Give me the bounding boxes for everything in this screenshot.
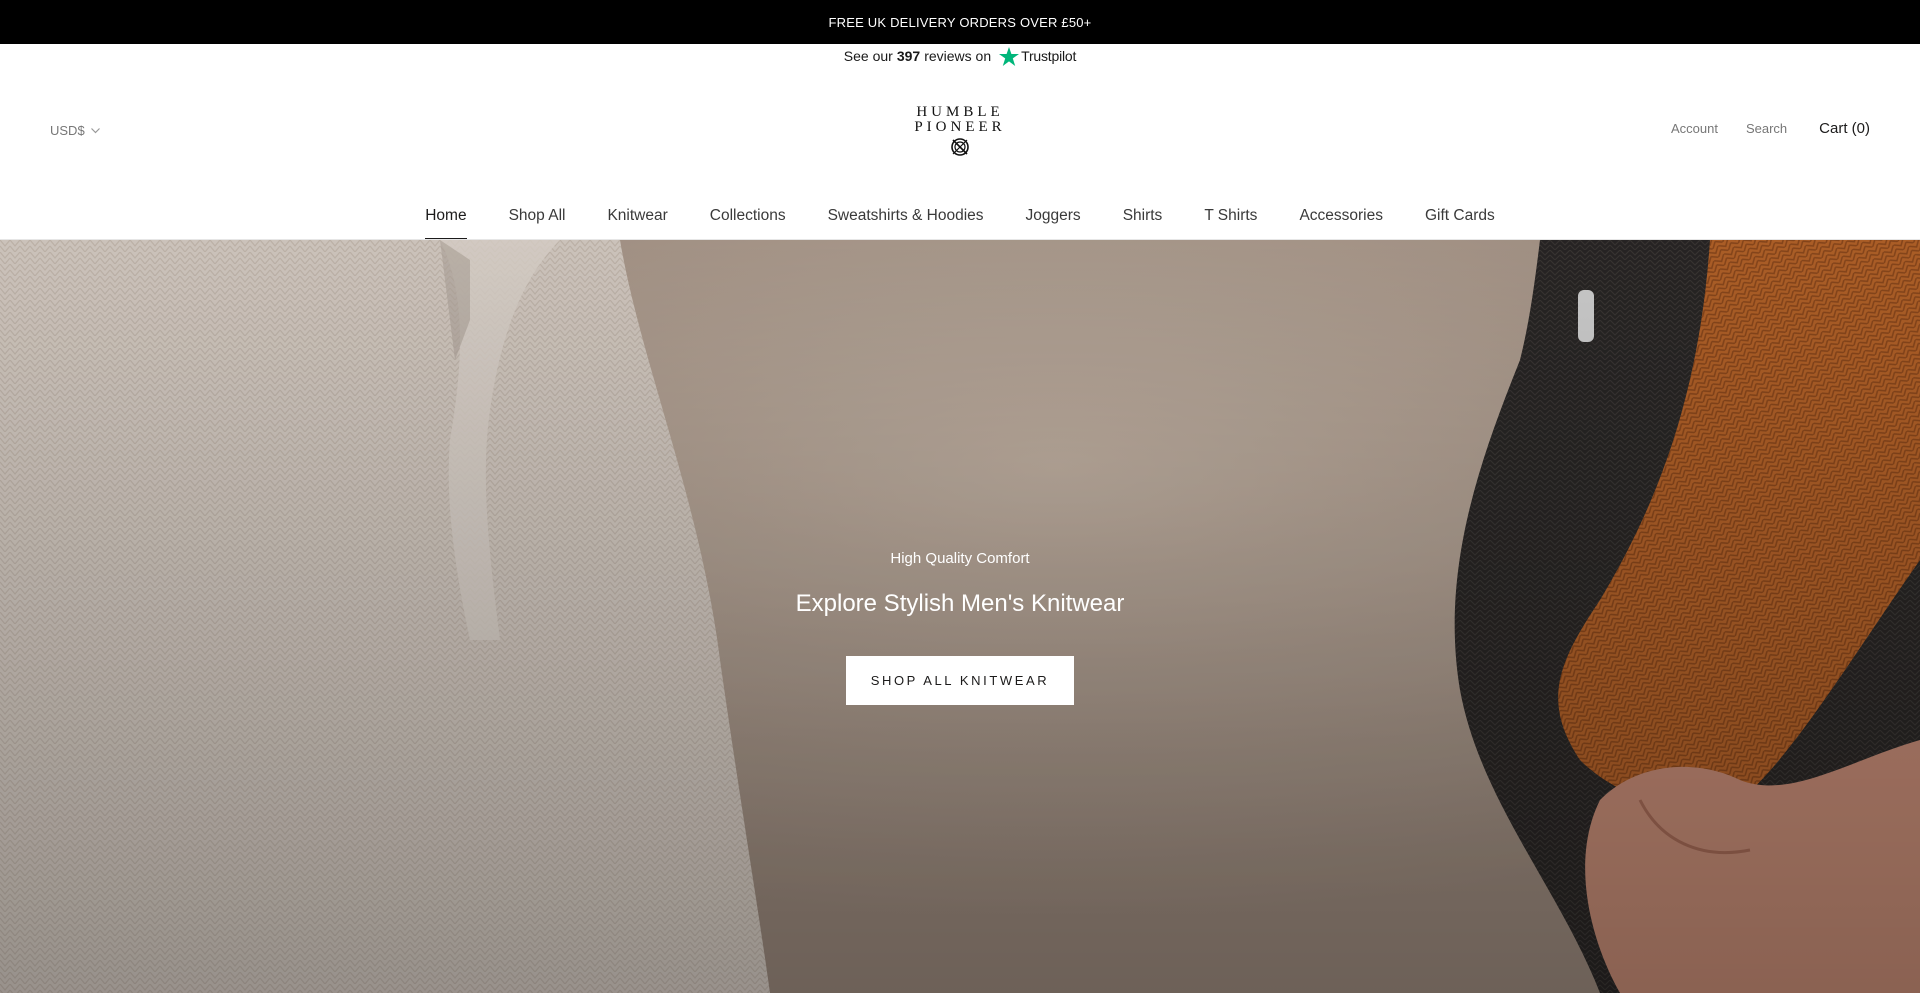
hero-banner: High Quality Comfort Explore Stylish Men… xyxy=(0,240,1920,993)
trustpilot-widget[interactable]: See our 397 reviews on Trustpilot xyxy=(0,44,1920,68)
currency-label: USD$ xyxy=(50,123,85,138)
nav-item-shirts[interactable]: Shirts xyxy=(1123,198,1163,240)
site-logo[interactable]: HUMBLE PIONEER xyxy=(912,105,1008,161)
nav-item-joggers[interactable]: Joggers xyxy=(1026,198,1081,240)
nav-item-accessories[interactable]: Accessories xyxy=(1299,198,1383,240)
announcement-bar: FREE UK DELIVERY ORDERS OVER £50+ xyxy=(0,0,1920,44)
nav-item-t-shirts[interactable]: T Shirts xyxy=(1204,198,1257,240)
compass-icon xyxy=(951,138,969,156)
nav-item-sweatshirts-hoodies[interactable]: Sweatshirts & Hoodies xyxy=(828,198,984,240)
currency-selector[interactable]: USD$ xyxy=(50,123,100,138)
account-link[interactable]: Account xyxy=(1671,121,1718,136)
trustpilot-brand[interactable]: Trustpilot xyxy=(999,46,1077,66)
nav-item-knitwear[interactable]: Knitwear xyxy=(607,198,667,240)
announcement-text: FREE UK DELIVERY ORDERS OVER £50+ xyxy=(828,14,1092,30)
trustpilot-brand-label: Trustpilot xyxy=(1021,48,1077,64)
nav-item-collections[interactable]: Collections xyxy=(710,198,786,240)
search-link[interactable]: Search xyxy=(1746,121,1787,136)
header-actions: Account Search Cart (0) xyxy=(1643,120,1870,137)
main-nav: Home Shop All Knitwear Collections Sweat… xyxy=(0,198,1920,240)
nav-item-gift-cards[interactable]: Gift Cards xyxy=(1425,198,1495,240)
trustpilot-prefix: See our xyxy=(843,48,893,64)
hero-content: High Quality Comfort Explore Stylish Men… xyxy=(0,240,1920,993)
hero-title: Explore Stylish Men's Knitwear xyxy=(795,590,1125,617)
logo-line-2: PIONEER xyxy=(914,119,1006,135)
site-header: USD$ HUMBLE PIONEER Account Search Cart … xyxy=(0,68,1920,240)
logo-line-1: HUMBLE xyxy=(916,104,1004,120)
nav-item-home[interactable]: Home xyxy=(425,198,467,240)
chevron-down-icon xyxy=(90,127,100,133)
trustpilot-review-count: 397 xyxy=(896,48,921,64)
cart-link[interactable]: Cart (0) xyxy=(1819,120,1870,137)
star-icon xyxy=(999,46,1020,66)
shop-all-knitwear-button[interactable]: SHOP ALL KNITWEAR xyxy=(846,656,1074,705)
nav-item-shop-all[interactable]: Shop All xyxy=(509,198,566,240)
trustpilot-suffix: reviews on xyxy=(924,48,992,64)
hero-eyebrow: High Quality Comfort xyxy=(890,550,1030,567)
